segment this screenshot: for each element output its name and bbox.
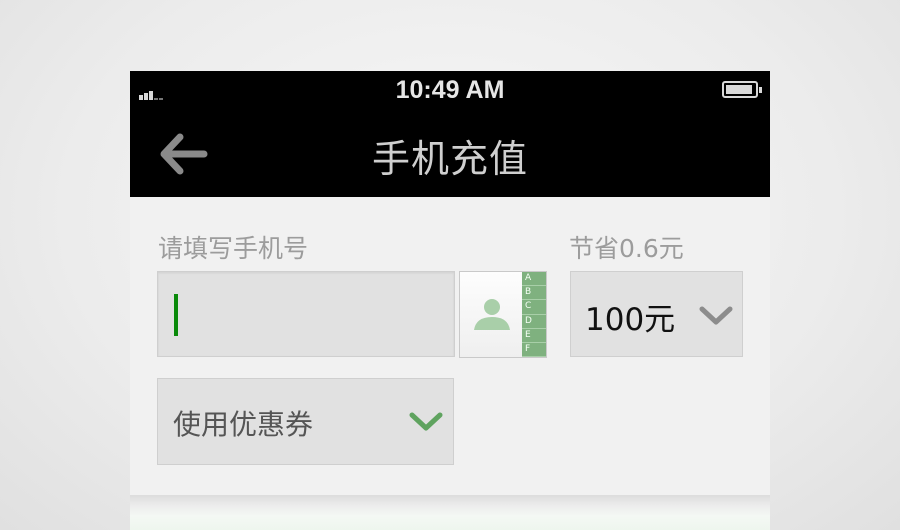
amount-value: 100元 — [585, 302, 676, 338]
contacts-book-icon — [472, 294, 512, 334]
savings-label: 节省0.6元 — [569, 234, 684, 263]
phone-label: 请填写手机号 — [158, 234, 309, 263]
bottom-divider — [130, 495, 770, 530]
alpha-index-c: C — [522, 300, 546, 315]
nav-bar: 手机充值 — [130, 111, 770, 197]
contacts-button[interactable]: A B C D E F — [459, 271, 547, 358]
phone-screen: 10:49 AM 手机充值 请填写手机号 节省0.6元 A B C D E F … — [130, 71, 770, 530]
chevron-down-icon — [409, 412, 443, 432]
alpha-index-a: A — [522, 272, 546, 287]
coupon-select[interactable]: 使用优惠券 — [157, 378, 454, 465]
status-bar: 10:49 AM — [130, 71, 770, 111]
recharge-form: 请填写手机号 节省0.6元 A B C D E F 100元 使用优惠券 — [130, 197, 770, 530]
alpha-index-f: F — [522, 343, 546, 358]
alpha-index-e: E — [522, 329, 546, 343]
alpha-index-b: B — [522, 286, 546, 301]
coupon-value: 使用优惠券 — [173, 408, 314, 441]
status-time: 10:49 AM — [395, 76, 505, 104]
alpha-index-d: D — [522, 315, 546, 329]
chevron-down-icon — [699, 306, 733, 326]
page-title: 手机充值 — [371, 137, 528, 181]
alphabet-index: A B C D E F — [522, 272, 546, 358]
battery-icon — [722, 81, 762, 98]
phone-number-input[interactable] — [157, 271, 455, 357]
amount-select[interactable]: 100元 — [570, 271, 743, 357]
text-cursor — [174, 294, 178, 336]
